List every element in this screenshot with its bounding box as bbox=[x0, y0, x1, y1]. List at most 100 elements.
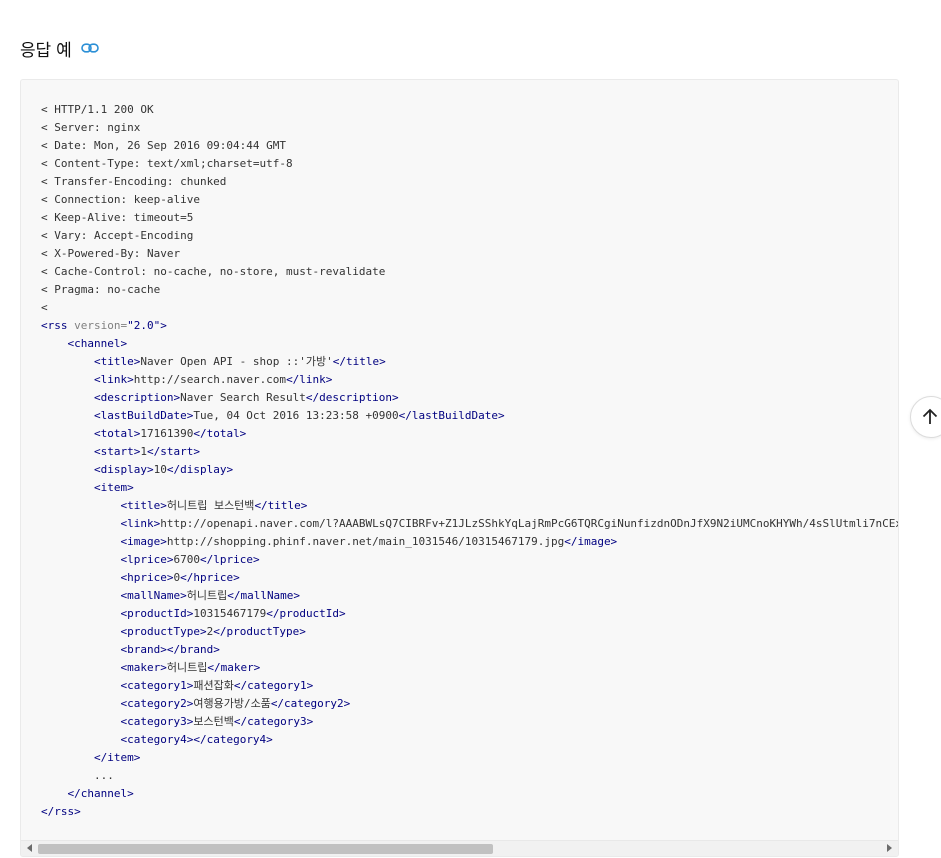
code-line: <total>17161390</total> bbox=[41, 425, 898, 443]
code-token-tag: <category2> bbox=[120, 697, 194, 710]
link-icon[interactable] bbox=[80, 38, 100, 58]
code-line: </channel> bbox=[41, 785, 898, 803]
code-token-tag: </description> bbox=[305, 391, 399, 404]
code-line: <image>http://shopping.phinf.naver.net/m… bbox=[41, 533, 898, 551]
code-line: <link>http://search.naver.com</link> bbox=[41, 371, 898, 389]
code-line: <link>http://openapi.naver.com/l?AAABWLs… bbox=[41, 515, 898, 533]
code-line: <rss version="2.0"> bbox=[41, 317, 898, 335]
code-token-text: < Cache-Control: no-cache, no-store, mus… bbox=[41, 265, 386, 278]
code-token-tag: </lastBuildDate> bbox=[398, 409, 505, 422]
code-token-tag: </mallName> bbox=[227, 589, 301, 602]
code-line: < Server: nginx bbox=[41, 119, 898, 137]
back-to-top-button[interactable] bbox=[910, 396, 941, 438]
code-line: <description>Naver Search Result</descri… bbox=[41, 389, 898, 407]
code-line: < Date: Mon, 26 Sep 2016 09:04:44 GMT bbox=[41, 137, 898, 155]
code-token-tag: </category1> bbox=[233, 679, 314, 692]
code-token-tag: <productId> bbox=[120, 607, 194, 620]
code-token-tag: <total> bbox=[93, 427, 141, 440]
code-token-text: 10 bbox=[153, 463, 167, 476]
code-line: </item> bbox=[41, 749, 898, 767]
code-token-tag: </maker> bbox=[207, 661, 261, 674]
code-token-text: 허니트립 bbox=[166, 661, 208, 674]
code-token-text: Naver Search Result bbox=[180, 391, 306, 404]
code-line: <productId>10315467179</productId> bbox=[41, 605, 898, 623]
arrow-up-icon bbox=[922, 408, 938, 424]
code-token-text: < HTTP/1.1 200 OK bbox=[41, 103, 154, 116]
code-token-tag: <display> bbox=[93, 463, 154, 476]
code-token-text: < bbox=[41, 301, 48, 314]
code-token-tag: </productType> bbox=[213, 625, 306, 638]
code-token-tag: <start> bbox=[93, 445, 141, 458]
code-token-tag: </hprice> bbox=[180, 571, 240, 584]
code-block: < HTTP/1.1 200 OK < Server: nginx < Date: … bbox=[20, 79, 899, 857]
code-token-tag: <mallName> bbox=[120, 589, 187, 602]
code-line: <category1>패션잡화</category1> bbox=[41, 677, 898, 695]
code-token-tag: <title> bbox=[93, 355, 141, 368]
code-token-tag: <rss bbox=[41, 319, 75, 332]
code-token-tag: <category4></category4> bbox=[120, 733, 273, 746]
code-line: < bbox=[41, 299, 898, 317]
code-line: <maker>허니트립</maker> bbox=[41, 659, 898, 677]
code-line: <start>1</start> bbox=[41, 443, 898, 461]
code-token-text: < Keep-Alive: timeout=5 bbox=[41, 211, 194, 224]
code-token-tag: </total> bbox=[193, 427, 247, 440]
code-token-text: 보스턴백 bbox=[193, 715, 234, 728]
code-token-tag: <link> bbox=[93, 373, 134, 386]
code-token-tag: </title> bbox=[332, 355, 386, 368]
code-token-text: < X-Powered-By: Naver bbox=[41, 247, 181, 260]
code-token-tag: </image> bbox=[564, 535, 618, 548]
code-token-text: 패션잡화 bbox=[193, 679, 234, 692]
code-line: < Cache-Control: no-cache, no-store, mus… bbox=[41, 263, 898, 281]
scroll-right-arrow-icon[interactable] bbox=[887, 844, 892, 852]
code-token-tag: <lastBuildDate> bbox=[93, 409, 194, 422]
code-line: <lastBuildDate>Tue, 04 Oct 2016 13:23:58… bbox=[41, 407, 898, 425]
scrollbar-thumb[interactable] bbox=[38, 844, 493, 854]
code-line: < HTTP/1.1 200 OK bbox=[41, 101, 898, 119]
code-line: </rss> bbox=[41, 803, 898, 821]
page: 응답 예 < HTTP/1.1 200 OK < Server: nginx < D… bbox=[0, 0, 941, 858]
code-line: <display>10</display> bbox=[41, 461, 898, 479]
code-token-text: Tue, 04 Oct 2016 13:23:58 +0900 bbox=[193, 409, 399, 422]
code-token-tag: <description> bbox=[93, 391, 181, 404]
code-token-tag: </rss> bbox=[41, 805, 81, 818]
code-token-tag: </start> bbox=[146, 445, 200, 458]
code-token-text: http://openapi.naver.com/l?AAABWLsQ7CIBR… bbox=[160, 517, 898, 530]
horizontal-scrollbar[interactable] bbox=[21, 840, 898, 856]
code-line: <mallName>허니트립</mallName> bbox=[41, 587, 898, 605]
code-token-tag: <lprice> bbox=[120, 553, 174, 566]
code-token-text: 허니트립 bbox=[186, 589, 228, 602]
code-viewport[interactable]: < HTTP/1.1 200 OK < Server: nginx < Date: … bbox=[21, 80, 898, 840]
code-token-tag: </productId> bbox=[266, 607, 346, 620]
code-token-text: Naver Open API - shop ::'가방' bbox=[140, 355, 333, 368]
code-token-tag: </channel> bbox=[67, 787, 134, 800]
scroll-left-arrow-icon[interactable] bbox=[27, 844, 32, 852]
code-token-text: 17161390 bbox=[140, 427, 194, 440]
code-line: <hprice>0</hprice> bbox=[41, 569, 898, 587]
code-token-text: http://shopping.phinf.naver.net/main_103… bbox=[166, 535, 565, 548]
code-line: <category2>여행용가방/소품</category2> bbox=[41, 695, 898, 713]
code-token-tag: </lprice> bbox=[199, 553, 260, 566]
code-line: <lprice>6700</lprice> bbox=[41, 551, 898, 569]
code-line: < X-Powered-By: Naver bbox=[41, 245, 898, 263]
code-token-tag: <hprice> bbox=[120, 571, 174, 584]
code-line: <title>Naver Open API - shop ::'가방'</tit… bbox=[41, 353, 898, 371]
code-token-tag: <productType> bbox=[120, 625, 207, 638]
code-token-text: http://search.naver.com bbox=[133, 373, 287, 386]
code-token-tag: </item> bbox=[93, 751, 141, 764]
code-token-text: < Server: nginx bbox=[41, 121, 141, 134]
code-line: < Vary: Accept-Encoding bbox=[41, 227, 898, 245]
code-token-tag: > bbox=[160, 319, 167, 332]
code-token-attr: version= bbox=[74, 319, 128, 332]
code-token-tag: <link> bbox=[120, 517, 161, 530]
code-token-text: < Pragma: no-cache bbox=[41, 283, 161, 296]
code-line: <productType>2</productType> bbox=[41, 623, 898, 641]
code-token-text: 여행용가방/소품 bbox=[193, 697, 271, 710]
code-token-tag: <title> bbox=[120, 499, 167, 512]
code-line: <category4></category4> bbox=[41, 731, 898, 749]
code-token-tag: <category1> bbox=[120, 679, 194, 692]
code-line: < Transfer-Encoding: chunked bbox=[41, 173, 898, 191]
code-token-tag: </link> bbox=[286, 373, 333, 386]
code-line: <item> bbox=[41, 479, 898, 497]
response-example-code: < HTTP/1.1 200 OK < Server: nginx < Date: … bbox=[21, 80, 898, 821]
code-token-tag: <image> bbox=[120, 535, 167, 548]
